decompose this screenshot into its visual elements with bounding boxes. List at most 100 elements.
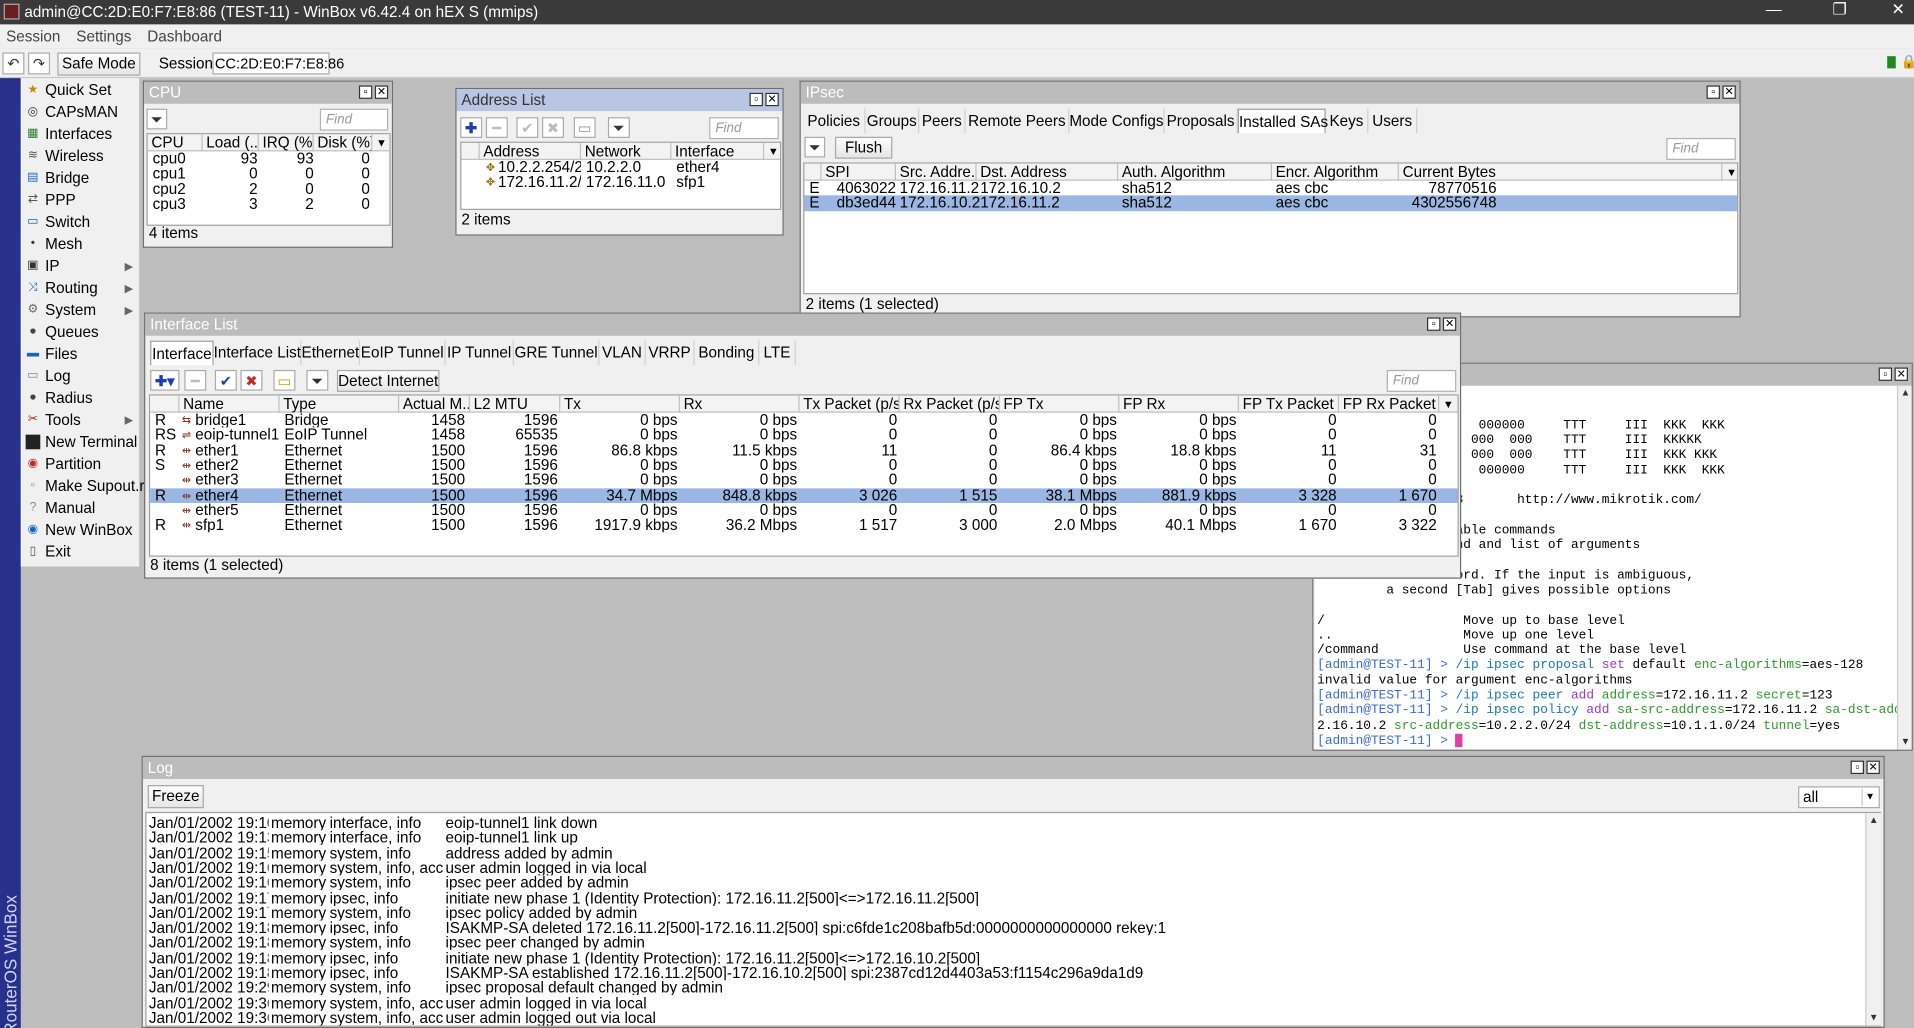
col-l2-mtu[interactable]: L2 MTU [470, 395, 561, 413]
sidebar-item-exit[interactable]: ▯ Exit [21, 541, 139, 563]
table-row[interactable]: ⇌ RS eoip-tunnel1 EoIP Tunnel 1458 65535 0 bps… [150, 428, 1457, 443]
tab-vlan[interactable]: VLAN [599, 340, 646, 366]
column-menu-icon[interactable]: ▼ [764, 142, 781, 160]
close-icon[interactable]: ✕ [1894, 367, 1908, 381]
col-auth-algorithm[interactable]: Auth. Algorithm [1118, 163, 1272, 181]
flush-button[interactable]: Flush [834, 136, 893, 159]
sidebar-item-bridge[interactable]: ▤ Bridge [21, 167, 139, 189]
sidebar-item-manual[interactable]: ? Manual [21, 497, 139, 519]
scroll-down-icon[interactable]: ▼ [1866, 1011, 1881, 1026]
sidebar-item-queues[interactable]: ● Queues [21, 321, 139, 343]
col-current-bytes[interactable]: Current Bytes [1399, 163, 1723, 181]
sidebar-item-ip[interactable]: ▣ IP ▶ [21, 255, 139, 277]
tab-peers[interactable]: Peers [919, 108, 966, 134]
sidebar-item-partition[interactable]: ◉ Partition [21, 453, 139, 475]
col-src-address[interactable]: Src. Addre... [896, 163, 977, 181]
sidebar-item-wireless[interactable]: ≋ Wireless [21, 145, 139, 167]
table-row[interactable]: ⇹ ether5 Ethernet 1500 1596 0 bps 0 bps 0 0 0 bps… [150, 503, 1457, 518]
comment-icon[interactable]: ▭ [273, 369, 296, 391]
table-row[interactable]: ⇹ ether3 Ethernet 1500 1596 0 bps 0 bps 0 0 0 bps… [150, 473, 1457, 488]
sidebar-item-ppp[interactable]: ⇄ PPP [21, 189, 139, 211]
log-row[interactable]: Jan/01/2002 19:17...memoryipsec, info ini… [146, 891, 1879, 906]
disable-icon[interactable]: ✖ [240, 369, 263, 391]
tab-interface[interactable]: Interface [150, 340, 214, 366]
column-menu-icon[interactable]: ▼ [1439, 396, 1457, 413]
close-icon[interactable]: ✕ [765, 92, 779, 107]
close-icon[interactable]: ✕ [1866, 760, 1880, 775]
sidebar-item-interfaces[interactable]: ▦ Interfaces [21, 123, 139, 145]
tab-users[interactable]: Users [1368, 108, 1418, 134]
close-icon[interactable]: ✕ [374, 85, 389, 99]
tab-bonding[interactable]: Bonding [695, 340, 760, 366]
sidebar-item-routing[interactable]: ⤨ Routing ▶ [21, 277, 139, 299]
sidebar-item-switch[interactable]: ▭ Switch [21, 211, 139, 233]
col-type[interactable]: Type [280, 395, 400, 413]
col-fp-tx-packet[interactable]: FP Tx Packet (... [1239, 395, 1340, 413]
interface-list-window-header[interactable]: Interface List ▫ ✕ [145, 313, 1460, 336]
scroll-up-icon[interactable]: ▲ [1898, 386, 1911, 401]
log-row[interactable]: Jan/01/2002 19:16...memorysystem, info, … [146, 861, 1879, 876]
terminal-scrollbar[interactable]: ▲ ▼ [1896, 385, 1912, 750]
maximize-icon[interactable]: ❐ [1824, 0, 1856, 22]
tab-mode-configs[interactable]: Mode Configs [1069, 108, 1165, 134]
table-row[interactable]: cpu3 3 2 0 [148, 196, 390, 211]
tab-proposals[interactable]: Proposals [1165, 108, 1238, 134]
detect-internet-button[interactable]: Detect Internet [336, 369, 440, 392]
sidebar-item-quick-set[interactable]: ★ Quick Set [21, 79, 139, 101]
col-tx-packet[interactable]: Tx Packet (p/s) [800, 395, 900, 413]
col-spi[interactable]: SPI [822, 163, 896, 181]
tab-keys[interactable]: Keys [1326, 108, 1369, 134]
log-scrollbar[interactable]: ▲ ▼ [1865, 813, 1882, 1026]
col-network[interactable]: Network [581, 142, 672, 160]
add-icon[interactable]: ✚▾ [150, 369, 180, 391]
log-row[interactable]: Jan/01/2002 19:10...memoryinterface, inf… [146, 816, 1879, 831]
table-row[interactable]: ⇹ Rsfp1 Ethernet 1500 1596 1917.9 kbps 36.2 Mb… [150, 518, 1457, 533]
col-fp-tx[interactable]: FP Tx [1000, 395, 1120, 413]
col-fp-rx[interactable]: FP Rx [1119, 395, 1240, 413]
log-row[interactable]: Jan/01/2002 19:36...memorysystem, info, … [146, 996, 1879, 1011]
filter-icon[interactable]: ⏷ [804, 136, 826, 158]
freeze-button[interactable]: Freeze [147, 785, 204, 809]
find-input[interactable]: Find [1666, 137, 1736, 160]
tab-installed-sas[interactable]: Installed SAs [1237, 108, 1328, 134]
log-row[interactable]: Jan/01/2002 19:16...memorysystem, info ip… [146, 876, 1879, 891]
tab-ethernet[interactable]: Ethernet [302, 340, 361, 366]
maximize-icon[interactable]: ▫ [358, 85, 373, 99]
table-row[interactable]: ✥10.2.2.254/2410.2.2.0ether4 [461, 160, 780, 175]
col-name[interactable]: Name [179, 395, 280, 413]
sidebar-item-system[interactable]: ⚙ System ▶ [21, 299, 139, 321]
find-input[interactable]: Find [709, 117, 779, 140]
sidebar-item-tools[interactable]: ✂ Tools ▶ [21, 409, 139, 431]
log-row[interactable]: Jan/01/2002 19:29...memorysystem, info ip… [146, 981, 1879, 996]
log-row[interactable]: Jan/01/2002 19:18...memorysystem, info ip… [146, 936, 1879, 951]
maximize-icon[interactable]: ▫ [1426, 317, 1441, 331]
tab-eoip-tunnel[interactable]: EoIP Tunnel [360, 340, 446, 366]
log-row[interactable]: Jan/01/2002 19:36...memorysystem, info, … [146, 1011, 1879, 1026]
address-list-window-header[interactable]: Address List ▫ ✕ [456, 89, 783, 112]
tab-ip-tunnel[interactable]: IP Tunnel [446, 340, 514, 366]
log-row[interactable]: Jan/01/2002 19:13...memoryinterface, inf… [146, 831, 1879, 846]
comment-icon[interactable]: ▭ [573, 117, 596, 138]
tab-gre-tunnel[interactable]: GRE Tunnel [514, 340, 600, 366]
log-row[interactable]: Jan/01/2002 19:18...memoryipsec, info ISA… [146, 921, 1879, 936]
sidebar-item-mesh[interactable]: • Mesh [21, 233, 139, 255]
col-load[interactable]: Load (... [203, 134, 259, 152]
log-filter-select[interactable]: all ▼ [1798, 786, 1880, 809]
close-icon[interactable]: ✕ [1722, 85, 1736, 99]
add-icon[interactable]: ✚ [460, 117, 483, 138]
col-interface[interactable]: Interface [671, 142, 765, 160]
sidebar-item-make-supout[interactable]: ▫ Make Supout.rif [21, 475, 152, 497]
log-row[interactable]: Jan/01/2002 19:17...memorysystem, info ip… [146, 906, 1879, 921]
filter-icon[interactable]: ⏷ [146, 108, 168, 130]
col-rx-packet[interactable]: Rx Packet (p/s) [900, 395, 1000, 413]
close-icon[interactable]: ✕ [1882, 0, 1914, 22]
table-row-selected[interactable]: Edb3ed44 172.16.10.2 172.16.11.2 sha512 aes … [804, 195, 1738, 211]
col-cpu[interactable]: CPU [148, 134, 203, 152]
table-row-selected[interactable]: ⇹ Rether4 Ethernet 1500 1596 34.7 Mbps 848.8 k… [150, 487, 1458, 503]
maximize-icon[interactable]: ▫ [1878, 367, 1893, 381]
log-window-header[interactable]: Log ▫ ✕ [142, 756, 1884, 779]
tab-remote-peers[interactable]: Remote Peers [966, 108, 1070, 134]
menu-session[interactable]: Session [6, 28, 60, 45]
enable-icon[interactable]: ✔ [214, 369, 237, 391]
column-menu-icon[interactable]: ▼ [1722, 163, 1738, 181]
